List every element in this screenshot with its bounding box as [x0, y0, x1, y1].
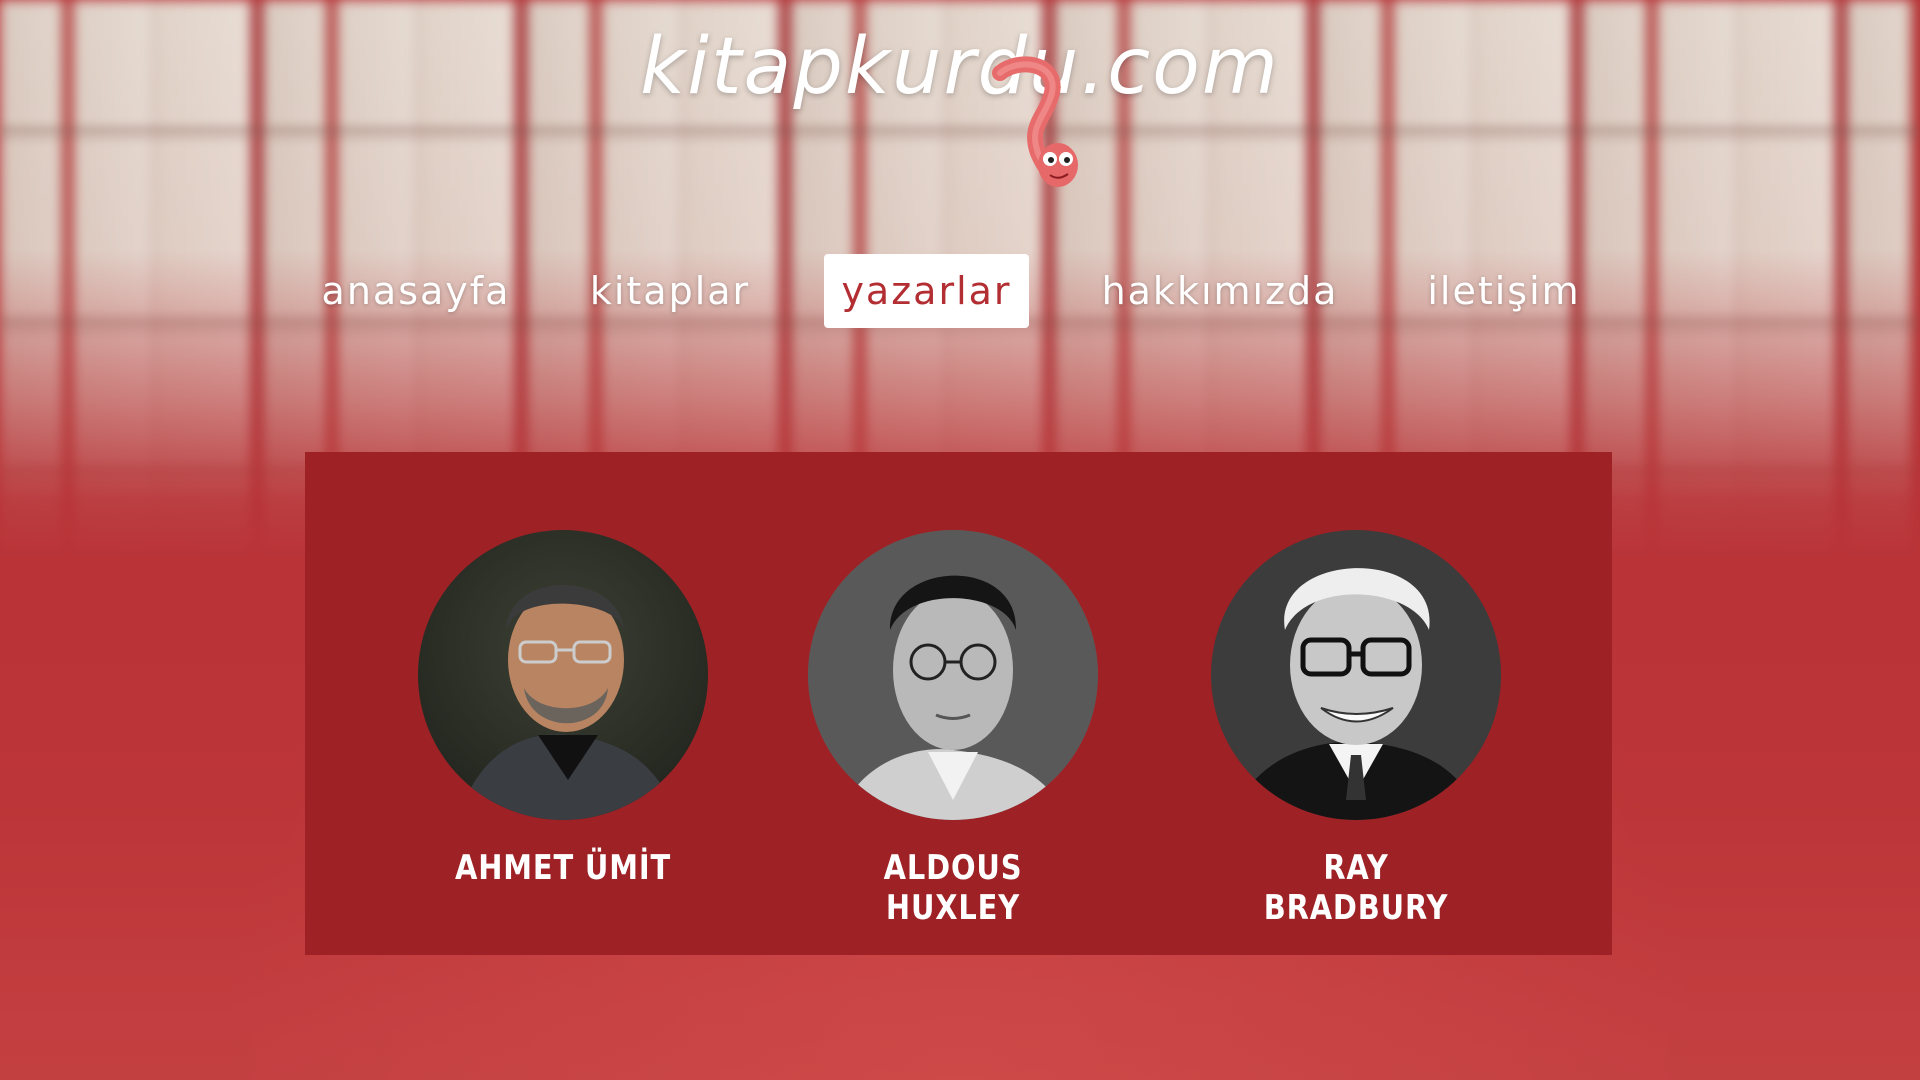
author-photo-image — [418, 530, 708, 820]
author-photo-ray-bradbury[interactable] — [1211, 530, 1501, 820]
author-name[interactable]: ALDOUS HUXLEY — [826, 848, 1081, 928]
author-photo-ahmet-umit[interactable] — [418, 530, 708, 820]
author-card[interactable]: RAY BRADBURY — [1206, 530, 1506, 928]
authors-panel: AHMET ÜMİT ALDOUS HUXLEY RAY BRADBURY — [305, 452, 1612, 955]
site-logo[interactable]: kitapkurdu.com — [0, 22, 1920, 112]
bookworm-icon — [992, 56, 1078, 187]
nav-item-iletisim[interactable]: iletişim — [1420, 254, 1588, 328]
author-photo-aldous-huxley[interactable] — [808, 530, 1098, 820]
author-photo-image — [808, 530, 1098, 820]
nav-item-anasayfa[interactable]: anasayfa — [318, 254, 514, 328]
main-navigation: anasayfa kitaplar yazarlar hakkımızda il… — [0, 254, 1920, 328]
author-name[interactable]: AHMET ÜMİT — [436, 848, 691, 888]
nav-item-hakkimizda[interactable]: hakkımızda — [1096, 254, 1344, 328]
nav-item-kitaplar[interactable]: kitaplar — [582, 254, 758, 328]
author-card[interactable]: AHMET ÜMİT — [413, 530, 713, 888]
author-name[interactable]: RAY BRADBURY — [1229, 848, 1484, 928]
author-card[interactable]: ALDOUS HUXLEY — [803, 530, 1103, 928]
nav-item-yazarlar[interactable]: yazarlar — [824, 254, 1029, 328]
author-photo-image — [1211, 530, 1501, 820]
logo-text[interactable]: kitapkurdu.com — [640, 22, 1280, 112]
